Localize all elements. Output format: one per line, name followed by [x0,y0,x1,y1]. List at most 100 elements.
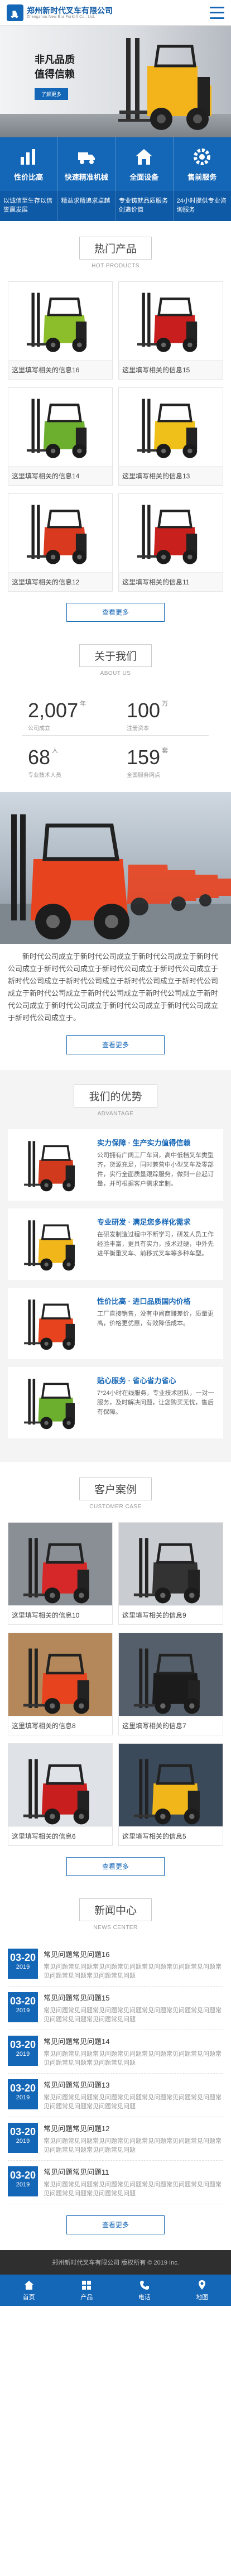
case-card[interactable]: 这里填写相关的信息10 [8,1522,113,1625]
advantage-desc: 工厂直接销售，没有中间商赚差价，质量更高，价格更优惠，有效降低成本。 [97,1311,214,1327]
case-label: 这里填写相关的信息10 [8,1605,112,1624]
news-item[interactable]: 03-20 2019 常见问题常见问题13 常见问题常见问题常见问题常见问题常见问题常… [8,2074,223,2117]
product-image [8,282,112,360]
brand[interactable]: 郑州新时代叉车有限公司 Zhengzhou New Era Forklift C… [7,4,113,21]
cases-more-button[interactable]: 查看更多 [66,1857,165,1876]
advantages-section-title: 我们的优势 ADVANTAGE [0,1070,231,1129]
news-item[interactable]: 03-20 2019 常见问题常见问题14 常见问题常见问题常见问题常见问题常见问题常… [8,2030,223,2074]
about-more-button[interactable]: 查看更多 [66,1035,165,1054]
news-item[interactable]: 03-20 2019 常见问题常见问题12 常见问题常见问题常见问题常见问题常见问题常… [8,2117,223,2161]
product-card[interactable]: 这里填写相关的信息15 [118,281,223,380]
advantage-image [13,1375,92,1431]
news-title: 常见问题常见问题13 [44,2081,110,2089]
product-card[interactable]: 这里填写相关的信息12 [8,493,113,592]
case-label: 这里填写相关的信息7 [119,1716,223,1735]
news-date: 03-20 2019 [8,2036,38,2066]
about-description: 新时代公司成立于新时代公司成立于新时代公司成立于新时代公司成立于新时代公司成立于… [8,952,219,1022]
grid-icon [82,2280,92,2290]
copyright: 郑州新时代叉车有限公司 版权所有 © 2019 Inc. [52,2260,179,2266]
map-icon [199,2280,206,2290]
forklift-image [23,1648,89,1714]
case-card[interactable]: 这里填写相关的信息8 [8,1633,113,1735]
tab-map[interactable]: 地图 [174,2275,231,2306]
advantage-image [13,1216,92,1272]
news-summary: 常见问题常见问题常见问题常见问题常见问题常见问题常见问题常见问题常见问题常见问题… [44,1964,222,1979]
case-card[interactable]: 这里填写相关的信息7 [118,1633,223,1735]
tab-phone[interactable]: 电话 [116,2275,174,2306]
forklift-image [24,1299,75,1350]
nav-item-cost[interactable]: 性价比高 [0,137,58,191]
product-image [119,494,223,572]
product-label: 这里填写相关的信息11 [119,572,223,591]
advantage-title: 实力保障 · 生产实力值得信赖 [97,1139,191,1147]
case-card[interactable]: 这里填写相关的信息9 [118,1522,223,1625]
home-icon [24,2280,33,2290]
footer: 郑州新时代叉车有限公司 版权所有 © 2019 Inc. [0,2250,231,2275]
nav-item-label: 全面设备 [129,172,159,181]
news-item[interactable]: 03-20 2019 常见问题常见问题11 常见问题常见问题常见问题常见问题常见问题常… [8,2161,223,2204]
nav-item-service[interactable]: 售前服务 [174,137,231,191]
case-image [8,1744,112,1826]
advantage-item[interactable]: 贴心服务 · 省心省力省心 7*24小时在线服务，专业技术团队，一对一服务，及时解… [8,1367,223,1438]
products-more-button[interactable]: 查看更多 [66,603,165,622]
product-image [8,494,112,572]
banner-line-1: 非凡品质 [35,54,75,65]
product-label: 这里填写相关的信息12 [8,572,112,591]
forklift-image [133,1759,200,1825]
logo-icon [7,4,23,21]
advantage-item[interactable]: 实力保障 · 生产实力值得信赖公司拥有广阔工厂车间，高中低档叉车类型齐，货源充足… [8,1129,223,1201]
product-card[interactable]: 这里填写相关的信息11 [118,493,223,592]
advantage-image [13,1137,92,1193]
tab-home[interactable]: 首页 [0,2275,58,2306]
news-date: 03-20 2019 [8,2079,38,2109]
about-stats: 2,007 年公司成立 100 万注册资本 [0,689,231,735]
forklift-image [137,399,198,458]
product-label: 这里填写相关的信息13 [119,466,223,485]
product-label: 这里填写相关的信息16 [8,360,112,379]
tab-products[interactable]: 产品 [58,2275,116,2306]
news-summary: 常见问题常见问题常见问题常见问题常见问题常见问题常见问题常见问题常见问题常见问题… [44,2094,222,2110]
case-card[interactable]: 这里填写相关的信息6 [8,1743,113,1846]
gear-icon [194,148,211,165]
news-item[interactable]: 03-20 2019 常见问题常见问题16 常见问题常见问题常见问题常见问题常见问题常… [8,1943,223,1987]
products-section-title: 热门产品 HOT PRODUCTS [0,221,231,281]
feature-text: 专业铸就品质服务创造价值 [116,191,174,221]
chart-icon [21,148,36,165]
nav-item-label: 性价比高 [14,172,44,181]
stat-network: 159 套全国服务网点 [127,746,169,779]
forklift-image [118,38,211,130]
product-card[interactable]: 这里填写相关的信息13 [118,387,223,486]
product-grid: 这里填写相关的信息16 这里填写相关的信息15 这里填写相关的信息14 这里填写相关的… [0,281,231,592]
product-card[interactable]: 这里填写相关的信息16 [8,281,113,380]
about-section-title: 关于我们 ABOUT US [0,622,231,689]
advantage-desc: 公司拥有广阔工厂车间，高中低档叉车类型齐，货源充足，同时兼营中小型叉车及零部件，… [97,1152,214,1187]
cases-section-title: 客户案例 CUSTOMER CASE [0,1462,231,1522]
forklift-image [23,1538,89,1604]
news-item[interactable]: 03-20 2019 常见问题常见问题15 常见问题常见问题常见问题常见问题常见问题常… [8,1987,223,2030]
forklift-image [24,1379,75,1429]
news-summary: 常见问题常见问题常见问题常见问题常见问题常见问题常见问题常见问题常见问题常见问题… [44,2051,222,2066]
hero-banner: 非凡品质 值得信赖 了解更多 [0,26,231,137]
nav-item-equipment[interactable]: 全面设备 [116,137,174,191]
banner-more-button[interactable]: 了解更多 [35,88,69,100]
advantage-item[interactable]: 性价比高 · 进口品质国内价格 工厂直接销售，没有中间商赚差价，质量更高，价格更优… [8,1288,223,1359]
case-grid: 这里填写相关的信息10 这里填写相关的信息9 这里填写相关的信息8 这里填写相关的信息… [0,1522,231,1846]
case-label: 这里填写相关的信息6 [8,1826,112,1845]
product-image [119,282,223,360]
hamburger-menu-icon[interactable] [210,6,224,19]
advantage-title: 贴心服务 · 省心省力省心 [97,1376,176,1385]
advantage-title: 专业研发 · 满足您多样化需求 [97,1218,191,1226]
nav-item-label: 售前服务 [187,172,217,181]
feature-nav: 性价比高 快速精准机械 全面设备 售前服务 [0,137,231,191]
forklift-image [23,1759,89,1825]
feature-text: 24小时提供专业咨询服务 [176,198,227,213]
company-name: 郑州新时代叉车有限公司 [27,6,113,15]
product-card[interactable]: 这里填写相关的信息14 [8,387,113,486]
news-title: 常见问题常见问题12 [44,2124,110,2133]
news-title: 常见问题常见问题11 [44,2168,109,2176]
nav-item-machinery[interactable]: 快速精准机械 [58,137,116,191]
case-image [8,1523,112,1605]
case-card[interactable]: 这里填写相关的信息5 [118,1743,223,1846]
news-more-button[interactable]: 查看更多 [66,2215,165,2234]
advantage-item[interactable]: 专业研发 · 满足您多样化需求 在研发制造过程中不断学习，研发人员工作经验丰富，更… [8,1208,223,1280]
